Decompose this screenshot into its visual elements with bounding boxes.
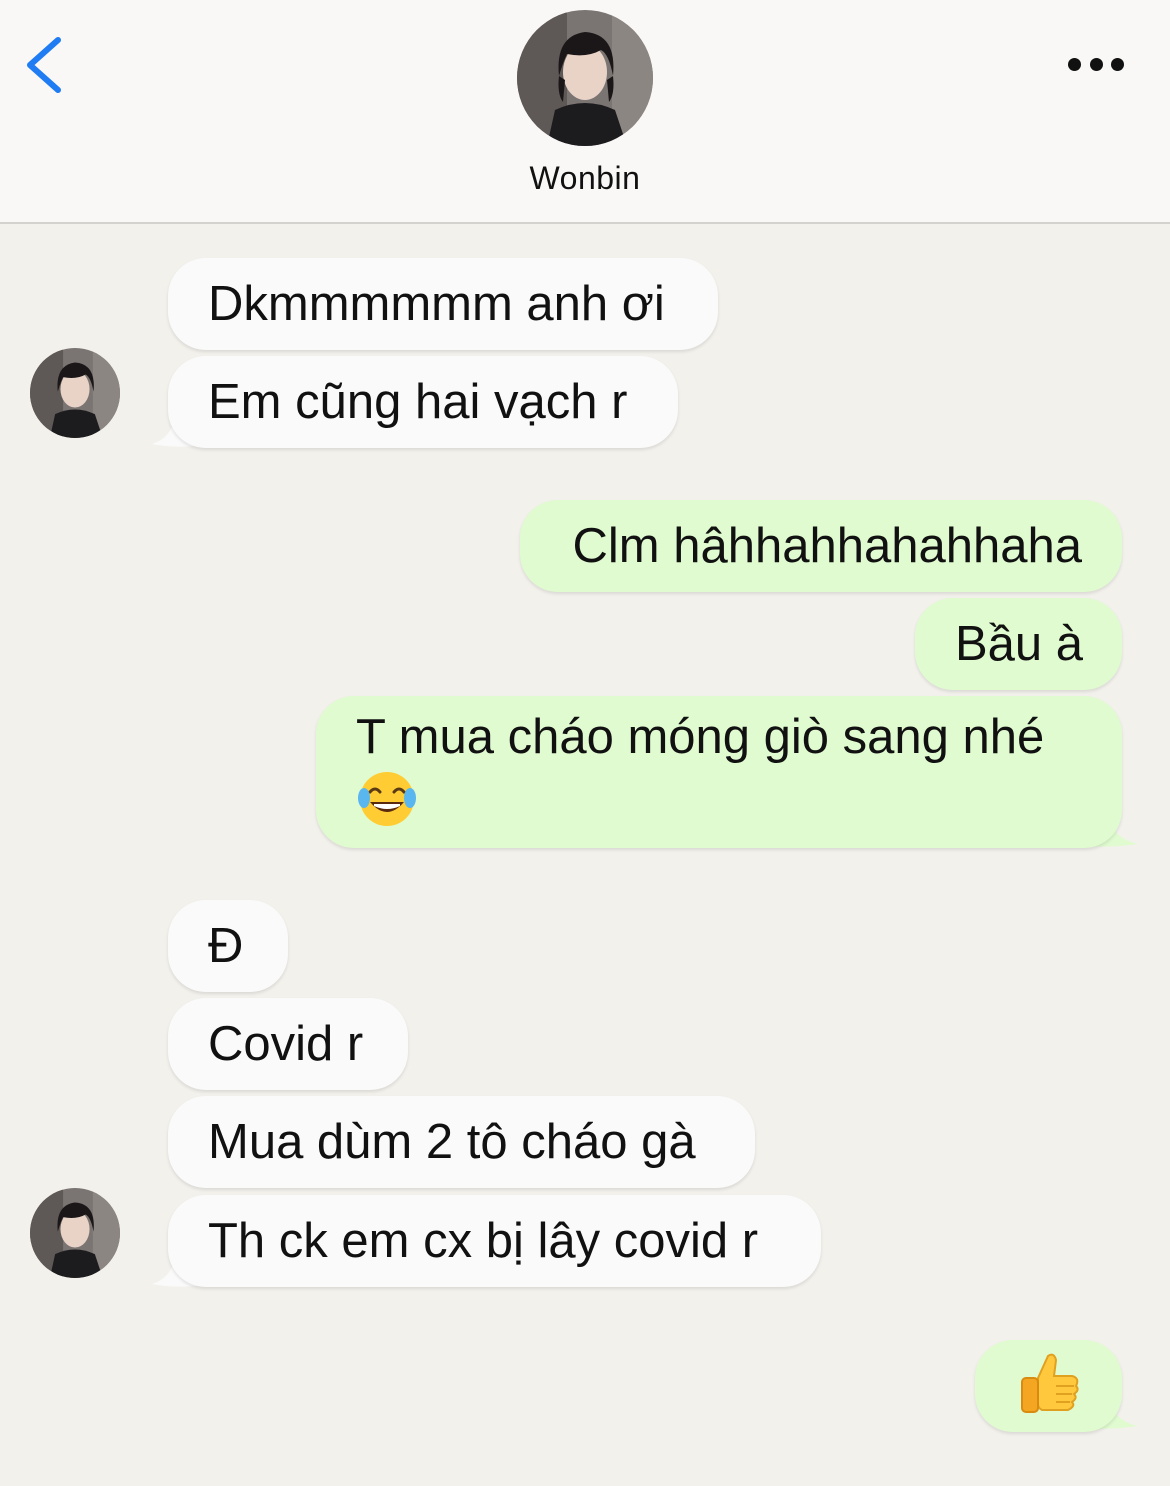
message-bubble-incoming[interactable]: Covid r [168, 998, 408, 1090]
back-button[interactable] [20, 30, 80, 100]
message-text: Clm hâhhahhahahhaha [572, 519, 1082, 573]
message-bubble-incoming[interactable]: Em cũng hai vạch r [168, 356, 678, 448]
message-bubble-incoming[interactable]: Đ [168, 900, 288, 992]
more-dot [1111, 57, 1124, 71]
message-text: Bầu à [955, 617, 1084, 671]
message-bubble-outgoing[interactable] [975, 1340, 1122, 1432]
more-options-button[interactable] [1058, 44, 1134, 84]
avatar-image [517, 10, 653, 146]
message-bubble-outgoing[interactable]: T mua cháo móng giò sang nhé [316, 696, 1122, 848]
message-bubble-incoming[interactable]: Mua dùm 2 tô cháo gà [168, 1096, 755, 1188]
contact-avatar[interactable] [517, 10, 653, 146]
message-text: Mua dùm 2 tô cháo gà [208, 1115, 696, 1169]
contact-avatar-small[interactable] [30, 1188, 120, 1278]
message-text: T mua cháo móng giò sang nhé [356, 710, 1045, 764]
message-bubble-incoming[interactable]: Th ck em cx bị lây covid r [168, 1195, 821, 1287]
message-bubble-outgoing[interactable]: Clm hâhhahhahahhaha [520, 500, 1122, 592]
chat-header: Wonbin [0, 0, 1170, 224]
tears-of-joy-emoji [356, 768, 1082, 843]
chat-screen: Wonbin Dkmmmmmm anh ơi Em cũng hai vạch … [0, 0, 1170, 1486]
more-dots-icon [1068, 57, 1081, 71]
more-dot [1089, 57, 1103, 71]
message-text: Th ck em cx bị lây covid r [208, 1214, 759, 1268]
chevron-left-icon [27, 37, 61, 93]
message-text: Covid r [208, 1017, 364, 1071]
contact-avatar-small[interactable] [30, 348, 120, 438]
message-text: Dkmmmmmm anh ơi [208, 277, 665, 331]
message-bubble-incoming[interactable]: Dkmmmmmm anh ơi [168, 258, 718, 350]
avatar-image [30, 348, 120, 438]
thumbs-up-emoji [1016, 1350, 1082, 1448]
contact-name: Wonbin [529, 160, 641, 196]
message-text: Đ [208, 919, 244, 973]
message-bubble-outgoing[interactable]: Bầu à [915, 598, 1122, 690]
message-text: Em cũng hai vạch r [208, 375, 628, 429]
avatar-image [30, 1188, 120, 1278]
